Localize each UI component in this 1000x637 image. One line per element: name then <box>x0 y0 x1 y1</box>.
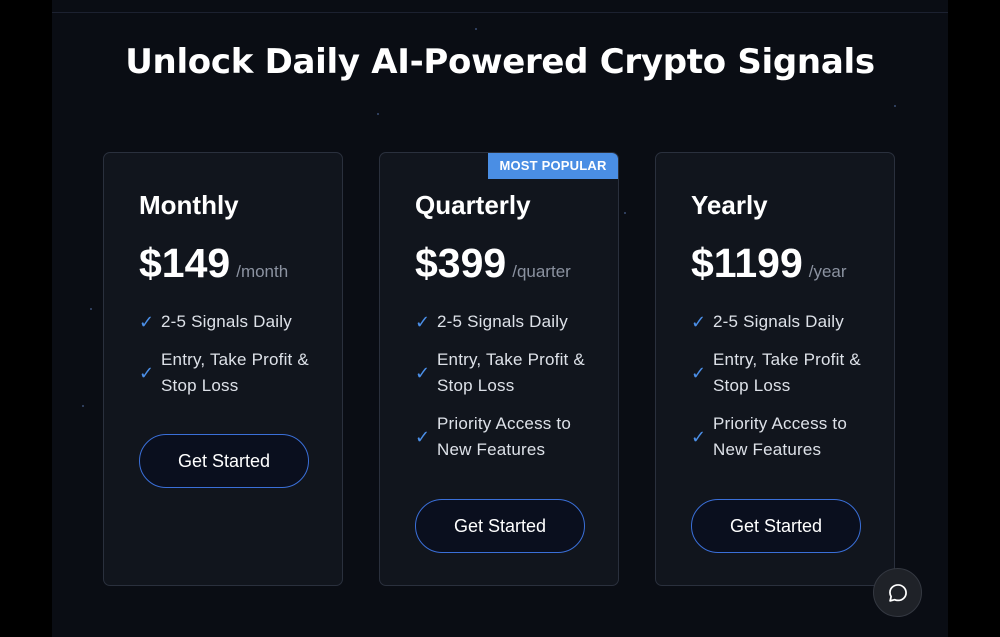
feature-list: ✓ 2-5 Signals Daily ✓ Entry, Take Profit… <box>691 309 886 475</box>
plan-card-monthly: Monthly $149/month ✓ 2-5 Signals Daily ✓… <box>103 152 343 586</box>
get-started-button-monthly[interactable]: Get Started <box>139 434 309 488</box>
price-row: $149/month <box>139 237 288 289</box>
feature-item: ✓ Entry, Take Profit & Stop Loss <box>139 347 334 399</box>
check-icon: ✓ <box>691 426 707 448</box>
check-icon: ✓ <box>691 362 707 384</box>
check-icon: ✓ <box>139 362 155 384</box>
check-icon: ✓ <box>139 311 155 333</box>
chat-bubble-icon <box>888 583 907 602</box>
plan-card-quarterly: MOST POPULAR Quarterly $399/quarter ✓ 2-… <box>379 152 619 586</box>
feature-item: ✓ Priority Access to New Features <box>415 411 610 463</box>
check-icon: ✓ <box>691 311 707 333</box>
feature-item: ✓ Entry, Take Profit & Stop Loss <box>415 347 610 399</box>
page-title: Unlock Daily AI-Powered Crypto Signals <box>125 42 875 82</box>
plan-period: /month <box>236 262 289 281</box>
check-icon: ✓ <box>415 311 431 333</box>
feature-list: ✓ 2-5 Signals Daily ✓ Entry, Take Profit… <box>415 309 610 475</box>
check-icon: ✓ <box>415 362 431 384</box>
get-started-button-quarterly[interactable]: Get Started <box>415 499 585 553</box>
feature-text: Entry, Take Profit & Stop Loss <box>161 350 309 395</box>
background-star <box>82 405 84 407</box>
feature-text: Priority Access to New Features <box>713 414 847 459</box>
most-popular-badge: MOST POPULAR <box>488 153 618 179</box>
plan-price: $1199 <box>691 240 803 286</box>
plan-card-yearly: Yearly $1199/year ✓ 2-5 Signals Daily ✓ … <box>655 152 895 586</box>
background-star <box>894 105 896 107</box>
feature-text: 2-5 Signals Daily <box>713 312 844 331</box>
plan-period: /quarter <box>512 262 571 281</box>
background-star <box>377 113 379 115</box>
feature-item: ✓ 2-5 Signals Daily <box>139 309 334 335</box>
background-star <box>90 308 92 310</box>
plan-price: $149 <box>139 240 231 286</box>
background-star <box>475 28 477 30</box>
plan-price: $399 <box>415 240 507 286</box>
pricing-section: Unlock Daily AI-Powered Crypto Signals M… <box>52 0 948 637</box>
feature-text: Entry, Take Profit & Stop Loss <box>437 350 585 395</box>
feature-item: ✓ Priority Access to New Features <box>691 411 886 463</box>
plan-name: Quarterly <box>415 190 531 220</box>
feature-text: 2-5 Signals Daily <box>437 312 568 331</box>
feature-text: Entry, Take Profit & Stop Loss <box>713 350 861 395</box>
feature-item: ✓ 2-5 Signals Daily <box>415 309 610 335</box>
background-star <box>624 212 626 214</box>
plan-name: Monthly <box>139 190 239 220</box>
feature-text: 2-5 Signals Daily <box>161 312 292 331</box>
plan-period: /year <box>808 262 847 281</box>
chat-button[interactable] <box>873 568 922 617</box>
plan-name: Yearly <box>691 190 768 220</box>
feature-text: Priority Access to New Features <box>437 414 571 459</box>
price-row: $399/quarter <box>415 237 571 289</box>
feature-item: ✓ Entry, Take Profit & Stop Loss <box>691 347 886 399</box>
check-icon: ✓ <box>415 426 431 448</box>
price-row: $1199/year <box>691 237 847 289</box>
feature-item: ✓ 2-5 Signals Daily <box>691 309 886 335</box>
get-started-button-yearly[interactable]: Get Started <box>691 499 861 553</box>
top-divider <box>52 12 948 13</box>
feature-list: ✓ 2-5 Signals Daily ✓ Entry, Take Profit… <box>139 309 334 411</box>
